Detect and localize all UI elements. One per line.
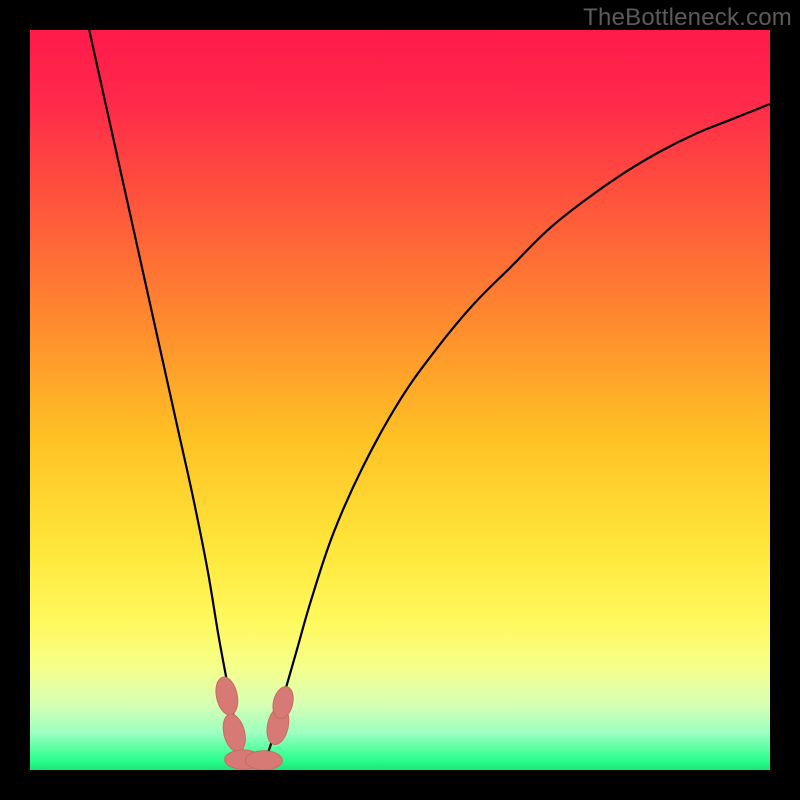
chart-frame: TheBottleneck.com [0, 0, 800, 800]
watermark-text: TheBottleneck.com [583, 4, 792, 32]
chart-plot-area [30, 30, 770, 770]
chart-svg [30, 30, 770, 770]
data-marker [245, 751, 282, 770]
